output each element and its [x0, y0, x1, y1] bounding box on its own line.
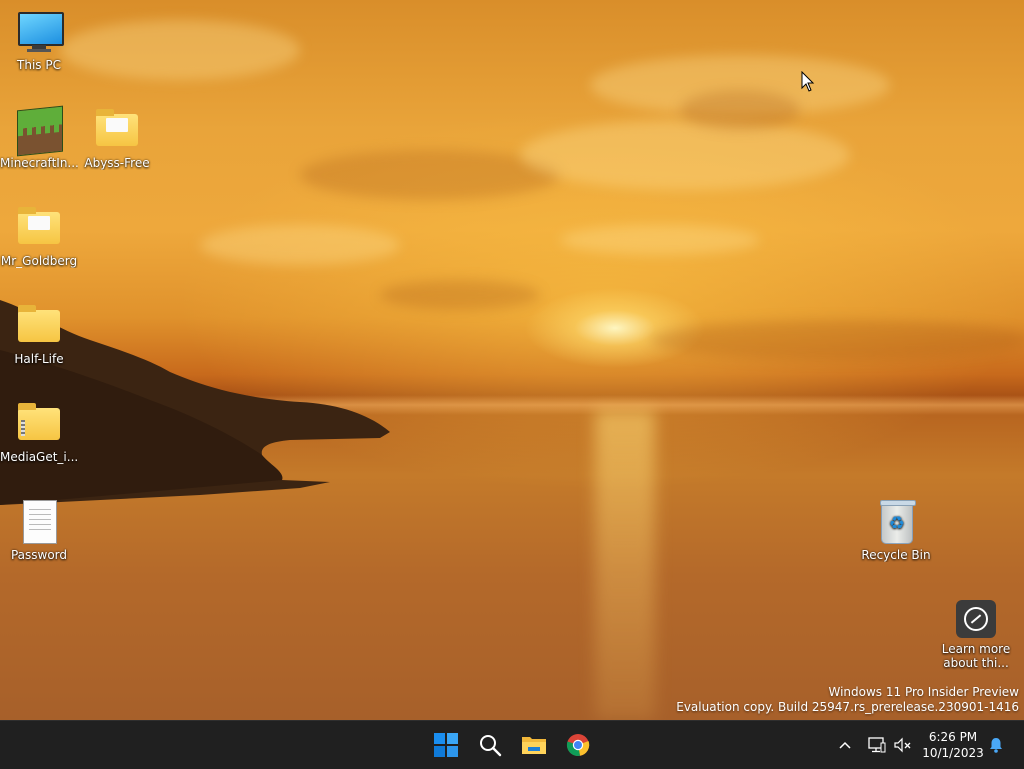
network-button[interactable]: [866, 733, 888, 757]
watermark-line: Evaluation copy. Build 25947.rs_prerelea…: [676, 700, 1019, 714]
show-hidden-icons-button[interactable]: [836, 733, 854, 757]
desktop-icon-password[interactable]: Password: [0, 498, 78, 562]
bell-icon: [990, 738, 1002, 753]
zip-folder-icon: [15, 400, 63, 448]
recycle-bin-icon: ♻: [872, 498, 920, 546]
chevron-up-icon: [839, 741, 851, 749]
search-icon: [480, 735, 502, 757]
desktop-icon-label: Recycle Bin: [861, 548, 931, 562]
folder-icon: [15, 204, 63, 252]
desktop-icon-minecraft-installer[interactable]: MinecraftIn...: [0, 105, 78, 170]
text-document-icon: [15, 498, 63, 546]
file-explorer-icon: [522, 737, 546, 754]
clock-button[interactable]: 6:26 PM 10/1/2023: [918, 729, 988, 761]
desktop-icon-half-life[interactable]: Half-Life: [0, 302, 78, 366]
watermark-line: Windows 11 Pro Insider Preview: [828, 685, 1019, 699]
wallpaper-cloud: [650, 320, 1024, 360]
desktop[interactable]: This PC MinecraftIn... Abyss-Free Mr_Gol…: [0, 0, 1024, 720]
wallpaper-cloud: [680, 90, 800, 130]
volume-button[interactable]: [892, 733, 914, 757]
chrome-icon: [566, 734, 590, 756]
windows-start-icon: [434, 733, 458, 757]
desktop-icon-abyss-free[interactable]: Abyss-Free: [78, 106, 156, 170]
network-icon: [868, 737, 886, 753]
wallpaper-cloud: [520, 120, 850, 190]
windows-evaluation-watermark: Windows 11 Pro Insider Preview Evaluatio…: [676, 685, 1019, 715]
desktop-icon-label: MediaGet_i...: [0, 450, 78, 464]
wallpaper-cloud: [60, 20, 300, 80]
notifications-button[interactable]: [986, 733, 1006, 757]
clock-time: 6:26 PM: [928, 730, 978, 744]
taskbar: 6:26 PM 10/1/2023: [0, 720, 1024, 769]
monitor-icon: [15, 8, 64, 56]
desktop-icon-label: about thi...: [943, 656, 1009, 670]
desktop-icon-label: Half-Life: [14, 352, 64, 366]
desktop-icon-label: Abyss-Free: [84, 156, 150, 170]
desktop-icon-label: Learn more: [941, 642, 1011, 656]
chrome-button[interactable]: [560, 727, 596, 763]
wallpaper-cloud: [200, 225, 400, 265]
desktop-icon-label: MinecraftIn...: [0, 156, 78, 170]
desktop-icon-label: Mr_Goldberg: [0, 254, 78, 268]
search-button[interactable]: [472, 727, 508, 763]
mouse-cursor-icon: [801, 71, 815, 92]
desktop-icon-this-pc[interactable]: This PC: [0, 8, 78, 72]
desktop-icon-mediaget[interactable]: MediaGet_i...: [0, 400, 78, 464]
desktop-icon-label: This PC: [17, 58, 61, 72]
learn-more-icon: [941, 598, 1011, 640]
start-button[interactable]: [428, 727, 464, 763]
file-explorer-button[interactable]: [516, 727, 552, 763]
sun-reflection: [595, 410, 655, 720]
minecraft-grass-block-icon: [15, 105, 63, 157]
volume-muted-icon: [894, 737, 911, 753]
folder-icon: [93, 106, 141, 154]
desktop-icon-label: Password: [10, 548, 68, 562]
clock-date: 10/1/2023: [922, 746, 984, 760]
desktop-icon-mr-goldberg[interactable]: Mr_Goldberg: [0, 204, 78, 268]
desktop-icon-recycle-bin[interactable]: ♻ Recycle Bin: [857, 498, 935, 562]
wallpaper-cloud: [380, 280, 540, 310]
desktop-icon-learn-more[interactable]: Learn more about thi...: [936, 598, 1016, 670]
wallpaper-cloud: [560, 225, 760, 255]
folder-icon: [15, 302, 63, 350]
